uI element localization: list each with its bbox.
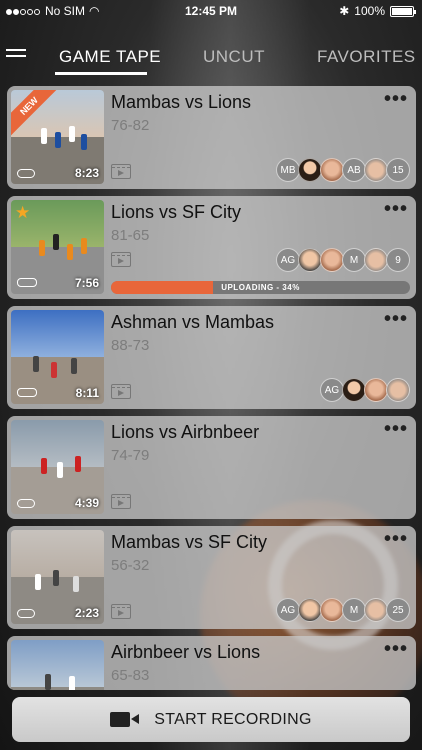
game-score: 56-32 — [111, 557, 150, 574]
game-score: 81-65 — [111, 227, 150, 244]
avatar: AG — [320, 378, 344, 402]
game-card[interactable]: Airbnbeer vs Lions 65-83 ••• — [7, 636, 416, 690]
tagged-players[interactable]: MB AB 15 — [276, 158, 410, 182]
video-duration: 8:23 — [74, 166, 99, 180]
game-list[interactable]: NEW 8:23 Mambas vs Lions 76-82 ••• MB AB… — [7, 86, 416, 697]
tagged-players[interactable]: AG — [320, 378, 410, 402]
start-recording-label: START RECORDING — [154, 710, 312, 728]
game-card[interactable]: 4:39 Lions vs Airbnbeer 74-79 ••• — [7, 416, 416, 519]
video-thumbnail[interactable]: NEW 8:23 — [11, 90, 104, 184]
video-duration: 7:56 — [74, 276, 99, 290]
tab-game-tape[interactable]: GAME TAPE — [59, 47, 161, 67]
avatar: M — [342, 598, 366, 622]
film-icon[interactable] — [111, 494, 131, 509]
game-title: Lions vs SF City — [111, 202, 242, 222]
more-options-icon[interactable]: ••• — [384, 89, 408, 109]
avatar — [342, 378, 366, 402]
avatar — [298, 598, 322, 622]
start-recording-button[interactable]: START RECORDING — [12, 697, 410, 742]
tagged-players[interactable]: AG M 25 — [276, 598, 410, 622]
tab-favorites[interactable]: FAVORITES — [317, 47, 416, 67]
film-icon[interactable] — [111, 604, 131, 619]
film-icon[interactable] — [111, 384, 131, 399]
video-camera-icon — [110, 712, 140, 727]
game-score: 74-79 — [111, 447, 150, 464]
more-options-icon[interactable]: ••• — [384, 309, 408, 329]
avatar: AG — [276, 248, 300, 272]
game-title: Airbnbeer vs Lions — [111, 642, 261, 662]
more-options-icon[interactable]: ••• — [384, 639, 408, 659]
film-icon[interactable] — [111, 252, 131, 267]
avatar — [386, 378, 410, 402]
game-card[interactable]: 2:23 Mambas vs SF City 56-32 ••• AG M 25 — [7, 526, 416, 629]
video-duration: 2:23 — [74, 606, 99, 620]
video-thumbnail[interactable]: 8:11 — [11, 310, 104, 404]
game-score: 65-83 — [111, 667, 150, 684]
video-thumbnail[interactable] — [11, 640, 104, 690]
game-score: 88-73 — [111, 337, 150, 354]
avatar — [320, 158, 344, 182]
avatar — [364, 378, 388, 402]
avatar: M — [342, 248, 366, 272]
avatar: AG — [276, 598, 300, 622]
video-thumbnail[interactable]: 2:23 — [11, 530, 104, 624]
avatar: MB — [276, 158, 300, 182]
avatar — [364, 158, 388, 182]
avatar-count: 25 — [386, 598, 410, 622]
bluetooth-icon: ✱ — [339, 4, 350, 18]
game-title: Mambas vs Lions — [111, 92, 252, 112]
avatar — [320, 598, 344, 622]
video-thumbnail[interactable]: 4:39 — [11, 420, 104, 514]
tagged-players[interactable]: AG M 9 — [276, 248, 410, 272]
upload-progress-label: UPLOADING - 34% — [221, 283, 300, 292]
cloud-icon — [17, 499, 35, 508]
avatar — [298, 248, 322, 272]
game-title: Ashman vs Mambas — [111, 312, 275, 332]
tab-uncut[interactable]: UNCUT — [203, 47, 265, 67]
favorite-star-icon[interactable]: ★ — [15, 203, 30, 223]
avatar — [364, 248, 388, 272]
battery-icon — [390, 5, 416, 17]
game-title: Mambas vs SF City — [111, 532, 268, 552]
cloud-icon — [17, 609, 35, 618]
avatar-count: 9 — [386, 248, 410, 272]
avatar — [364, 598, 388, 622]
menu-icon[interactable] — [6, 49, 28, 63]
video-duration: 8:11 — [75, 386, 99, 400]
status-bar: No SIM ◠ 12:45 PM ✱ 100% — [0, 0, 422, 22]
device-storage-icon — [17, 388, 37, 397]
upload-progress-bar: UPLOADING - 34% — [111, 281, 410, 294]
cloud-icon — [17, 169, 35, 178]
game-card[interactable]: 8:11 Ashman vs Mambas 88-73 ••• AG — [7, 306, 416, 409]
game-card[interactable]: ★ 7:56 Lions vs SF City 81-65 ••• AG M 9… — [7, 196, 416, 299]
more-options-icon[interactable]: ••• — [384, 199, 408, 219]
top-nav: GAME TAPE UNCUT FAVORITES — [0, 36, 422, 80]
avatar: AB — [342, 158, 366, 182]
more-options-icon[interactable]: ••• — [384, 419, 408, 439]
active-tab-indicator — [55, 72, 147, 75]
avatar — [320, 248, 344, 272]
game-score: 76-82 — [111, 117, 150, 134]
film-icon[interactable] — [111, 164, 131, 179]
battery-label: 100% — [354, 4, 385, 18]
more-options-icon[interactable]: ••• — [384, 529, 408, 549]
device-storage-icon — [17, 278, 37, 287]
video-thumbnail[interactable]: ★ 7:56 — [11, 200, 104, 294]
game-card[interactable]: NEW 8:23 Mambas vs Lions 76-82 ••• MB AB… — [7, 86, 416, 189]
game-title: Lions vs Airbnbeer — [111, 422, 260, 442]
avatar — [298, 158, 322, 182]
video-duration: 4:39 — [74, 496, 99, 510]
avatar-count: 15 — [386, 158, 410, 182]
